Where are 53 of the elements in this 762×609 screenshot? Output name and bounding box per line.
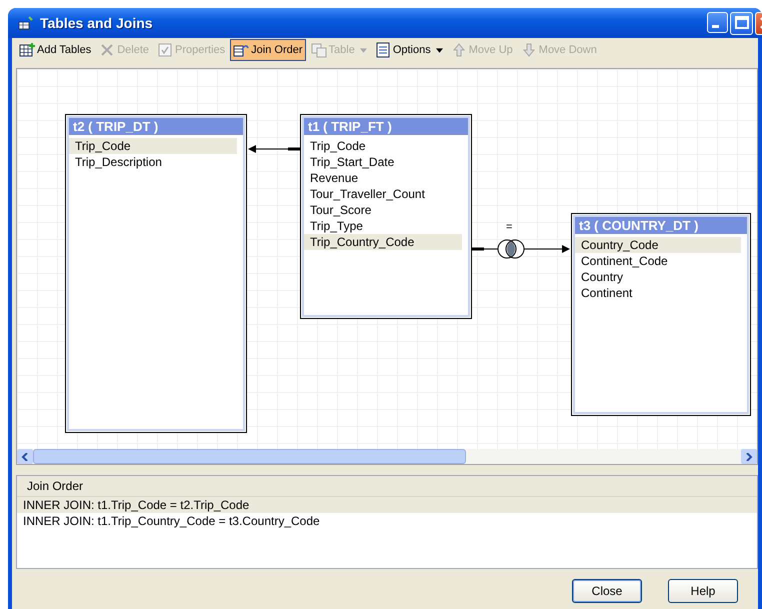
- down-arrow-icon: [520, 42, 537, 58]
- close-dialog-button[interactable]: Close: [572, 579, 642, 603]
- right-chevron-icon: [745, 452, 753, 460]
- column-item[interactable]: Continent: [575, 285, 741, 301]
- horizontal-scrollbar[interactable]: [17, 449, 757, 464]
- checklist-icon: [374, 42, 391, 58]
- tables-icon: [310, 42, 327, 58]
- column-item[interactable]: Tour_Score: [304, 202, 462, 218]
- add-table-icon: [19, 42, 35, 58]
- table-header: t3 ( COUNTRY_DT ): [575, 217, 747, 234]
- column-item[interactable]: Country: [575, 269, 741, 285]
- table-node[interactable]: t2 ( TRIP_DT ) Trip_Code Trip_Description: [65, 114, 247, 433]
- column-item[interactable]: Tour_Traveller_Count: [304, 186, 462, 202]
- join-row[interactable]: INNER JOIN: t1.Trip_Code = t2.Trip_Code: [17, 497, 757, 513]
- column-item[interactable]: Trip_Start_Date: [304, 154, 462, 170]
- join-operator: =: [506, 221, 512, 233]
- delete-icon: [99, 42, 116, 58]
- left-chevron-icon: [21, 452, 29, 460]
- table-icon: [18, 16, 34, 30]
- panel-header: Join Order: [17, 476, 757, 497]
- column-item[interactable]: Revenue: [304, 170, 462, 186]
- table-node[interactable]: t1 ( TRIP_FT ) Trip_Code Trip_Start_Date Revenue Tour_Traveller_Count Tour_Score Trip_Type Trip_Country_Code: [300, 114, 472, 319]
- caret-icon: [436, 48, 443, 52]
- table-header: t1 ( TRIP_FT ): [304, 118, 468, 135]
- column-item[interactable]: Trip_Description: [69, 154, 237, 170]
- minimize-icon: [712, 24, 719, 28]
- scroll-right-button[interactable]: [741, 449, 757, 464]
- toolbar-button[interactable]: Join Order: [230, 39, 306, 61]
- join-connector[interactable]: [472, 245, 570, 253]
- inner-join-icon[interactable]: [498, 240, 524, 258]
- close-button[interactable]: [755, 12, 762, 34]
- column-item[interactable]: Country_Code: [575, 237, 741, 253]
- column-item[interactable]: Trip_Code: [69, 138, 237, 154]
- toolbar-button[interactable]: Add Tables: [16, 39, 94, 61]
- window-title: Tables and Joins: [40, 15, 154, 31]
- column-item[interactable]: Trip_Country_Code: [304, 234, 462, 250]
- up-arrow-icon: [450, 42, 467, 58]
- column-item[interactable]: Continent_Code: [575, 253, 741, 269]
- scroll-thumb[interactable]: [33, 449, 466, 464]
- join-row[interactable]: INNER JOIN: t1.Trip_Country_Code = t3.Country_Code: [17, 513, 757, 529]
- table-header: t2 ( TRIP_DT ): [69, 118, 243, 135]
- join-order-icon: [233, 42, 250, 58]
- checkbox-icon: [157, 42, 174, 58]
- minimize-button[interactable]: [707, 12, 728, 32]
- help-button[interactable]: Help: [668, 579, 738, 603]
- caret-icon: [360, 48, 367, 52]
- column-item[interactable]: Trip_Type: [304, 218, 462, 234]
- maximize-button[interactable]: [730, 12, 753, 34]
- join-connector[interactable]: [248, 145, 300, 153]
- scroll-left-button[interactable]: [17, 449, 33, 464]
- toolbar-button[interactable]: Options: [372, 39, 446, 61]
- table-node[interactable]: t3 ( COUNTRY_DT ) Country_Code Continent_Code Country Continent: [571, 213, 751, 416]
- column-item[interactable]: Trip_Code: [304, 138, 462, 154]
